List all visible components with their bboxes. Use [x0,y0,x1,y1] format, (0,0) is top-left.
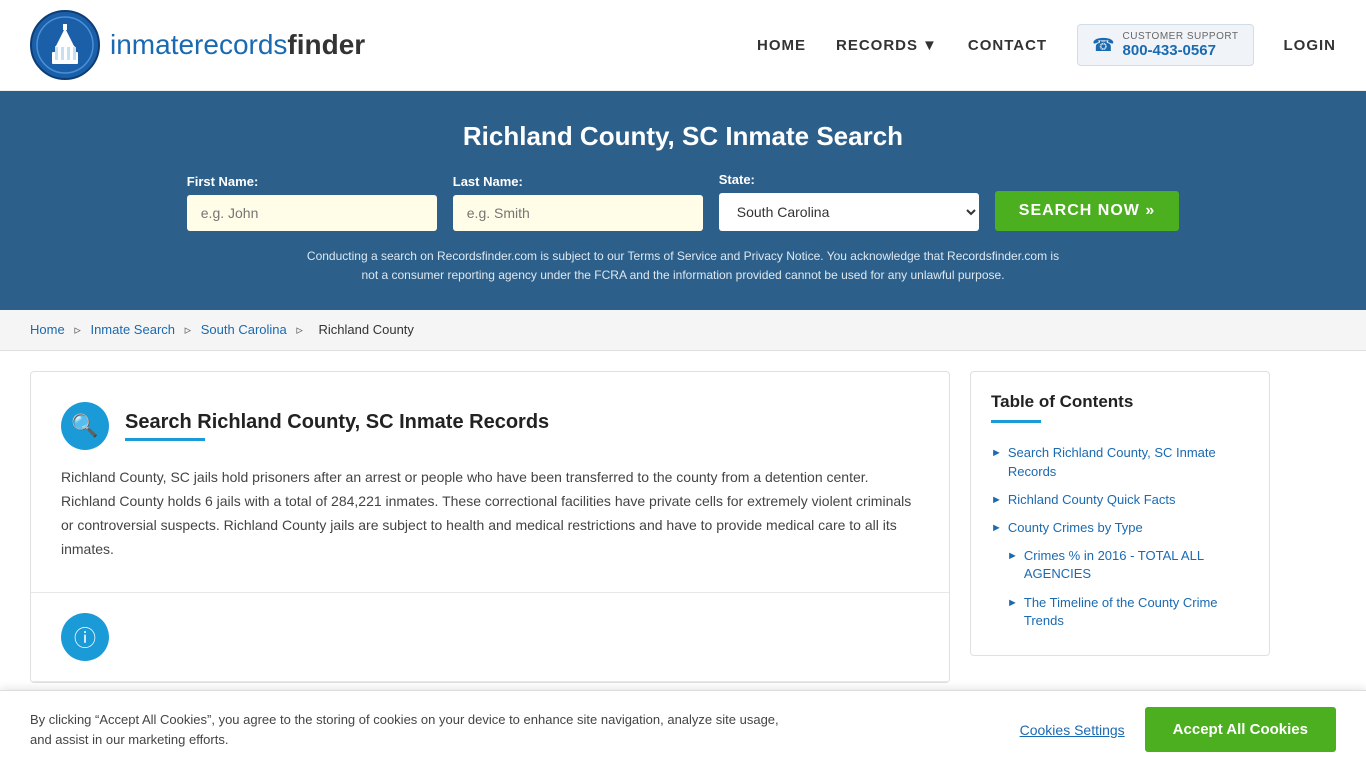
first-name-group: First Name: [187,174,437,231]
first-name-input[interactable] [187,195,437,231]
search-icon: 🔍 [61,402,109,450]
info-icon: ⓘ [61,613,109,661]
support-label: CUSTOMER SUPPORT [1123,31,1239,42]
page-title: Richland County, SC Inmate Search [30,121,1336,152]
search-banner: Richland County, SC Inmate Search First … [0,91,1366,310]
section-title-underline [125,438,205,441]
last-name-label: Last Name: [453,174,523,189]
logo-text: inmaterecordsfinder [110,29,365,61]
toc-item-0[interactable]: ► Search Richland County, SC Inmate Reco… [991,439,1249,485]
first-name-label: First Name: [187,174,259,189]
main-nav: HOME RECORDS ▼ CONTACT ☎ CUSTOMER SUPPOR… [757,24,1336,66]
main-content: 🔍 Search Richland County, SC Inmate Reco… [0,351,1300,702]
phone-icon: ☎ [1092,35,1114,56]
breadcrumb-separator-3: ▹ [296,322,306,337]
disclaimer-text: Conducting a search on Recordsfinder.com… [303,247,1063,285]
breadcrumb-inmate-search[interactable]: Inmate Search [90,322,175,337]
breadcrumb: Home ▹ Inmate Search ▹ South Carolina ▹ … [0,310,1366,351]
chevron-right-icon: ► [1007,596,1018,611]
site-header: inmaterecordsfinder HOME RECORDS ▼ CONTA… [0,0,1366,91]
support-phone: 800-433-0567 [1123,42,1239,59]
cookie-actions: Cookies Settings Accept All Cookies [1020,707,1336,752]
chevron-right-icon: ► [991,521,1002,536]
logo[interactable]: inmaterecordsfinder [30,10,365,80]
breadcrumb-home[interactable]: Home [30,322,65,337]
toc-item-1[interactable]: ► Richland County Quick Facts [991,486,1249,514]
section-header: 🔍 Search Richland County, SC Inmate Reco… [61,402,919,450]
content-area: 🔍 Search Richland County, SC Inmate Reco… [30,371,950,682]
toc-item-2[interactable]: ► County Crimes by Type [991,514,1249,542]
toc-item-3[interactable]: ► Crimes % in 2016 - TOTAL ALL AGENCIES [991,542,1249,588]
state-select[interactable]: South Carolina Alabama Alaska Arizona [719,193,979,231]
section-quick-facts: ⓘ [31,593,949,682]
nav-contact[interactable]: CONTACT [968,37,1047,54]
state-group: State: South Carolina Alabama Alaska Ari… [719,172,979,231]
toc-divider [991,420,1041,423]
accept-cookies-button[interactable]: Accept All Cookies [1145,707,1336,752]
chevron-down-icon: ▼ [922,37,938,54]
breadcrumb-separator-1: ▹ [74,322,84,337]
cookie-settings-button[interactable]: Cookies Settings [1020,722,1125,738]
chevron-right-icon: ► [991,446,1002,461]
toc-box: Table of Contents ► Search Richland Coun… [970,371,1270,656]
state-label: State: [719,172,755,187]
search-button[interactable]: SEARCH NOW » [995,191,1179,231]
last-name-input[interactable] [453,195,703,231]
search-form: First Name: Last Name: State: South Caro… [30,172,1336,231]
section-title: Search Richland County, SC Inmate Record… [125,411,549,434]
section-inmate-records: 🔍 Search Richland County, SC Inmate Reco… [31,372,949,592]
sidebar: Table of Contents ► Search Richland Coun… [970,371,1270,682]
cookie-banner: By clicking “Accept All Cookies”, you ag… [0,690,1366,768]
nav-login[interactable]: LOGIN [1284,37,1337,54]
chevron-right-icon: ► [991,493,1002,508]
toc-item-4[interactable]: ► The Timeline of the County Crime Trend… [991,589,1249,635]
chevron-right-icon: ► [1007,549,1018,564]
section-body: Richland County, SC jails hold prisoners… [61,466,919,561]
nav-home[interactable]: HOME [757,37,806,54]
nav-records[interactable]: RECORDS ▼ [836,37,938,54]
last-name-group: Last Name: [453,174,703,231]
breadcrumb-south-carolina[interactable]: South Carolina [201,322,287,337]
breadcrumb-separator-2: ▹ [185,322,195,337]
customer-support[interactable]: ☎ CUSTOMER SUPPORT 800-433-0567 [1077,24,1253,66]
breadcrumb-current: Richland County [319,322,414,337]
cookie-text: By clicking “Accept All Cookies”, you ag… [30,710,780,749]
toc-title: Table of Contents [991,392,1249,412]
logo-icon [30,10,100,80]
